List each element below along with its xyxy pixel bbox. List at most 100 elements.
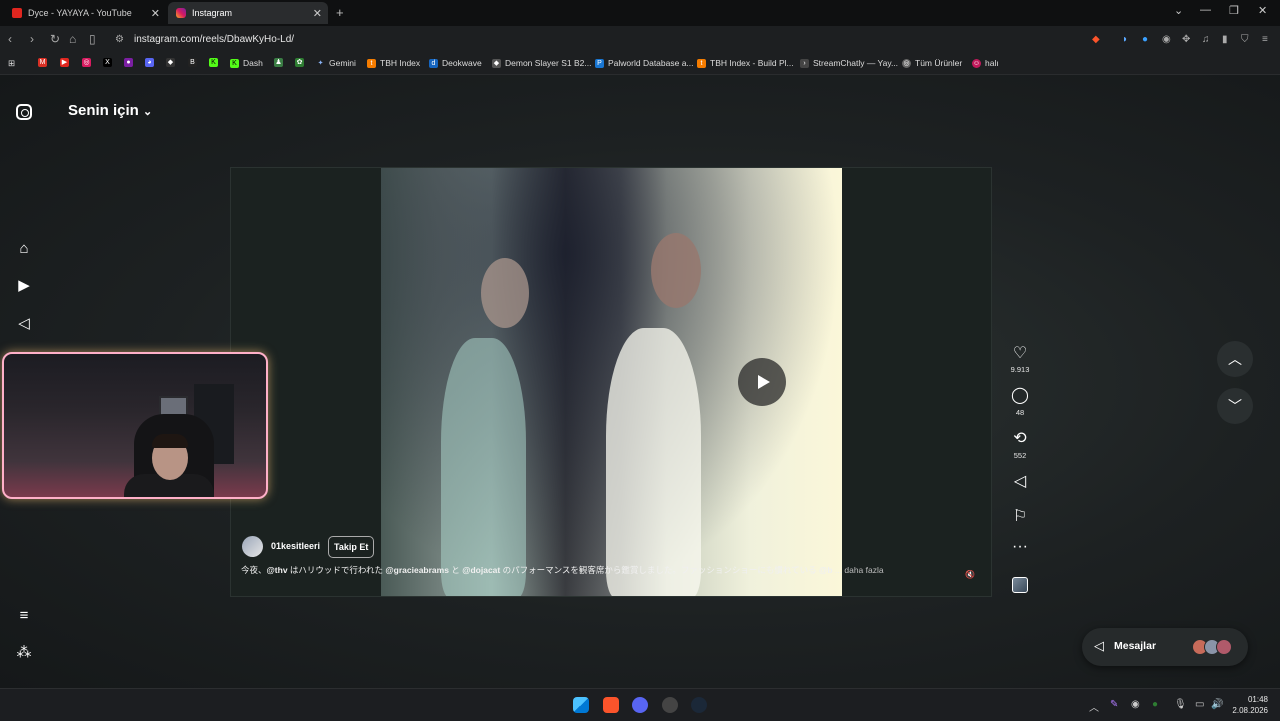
bookmark-icon[interactable]: ▯ [89,32,96,46]
steam-icon[interactable] [691,697,707,713]
clock[interactable]: 01:48 2.08.2026 [1232,694,1268,716]
close-tab-icon[interactable]: ✕ [151,7,160,20]
mention-link[interactable]: @gracieabrams [385,565,449,575]
video-person [606,328,701,596]
direct-send-icon[interactable]: ◁ [15,315,33,333]
mention-link[interactable]: @b [819,565,832,575]
home-icon[interactable]: ⌂ [15,240,33,258]
mention-link[interactable]: @dojacat [462,565,500,575]
bookmark-icon[interactable]: ♟ [274,58,287,67]
also-from-meta-icon[interactable]: ⁂ [15,644,33,662]
sidebar-icon[interactable]: ▮ [1222,34,1228,45]
extension-icon[interactable]: ● [1142,34,1148,45]
discord-bookmark-icon[interactable]: ◕ [145,58,158,67]
follow-button[interactable]: Takip Et [328,536,375,558]
minimize-button[interactable]: — [1200,4,1211,16]
more-link[interactable]: daha fazla [844,565,883,575]
messages-button[interactable]: ◁ Mesajlar [1082,628,1248,666]
close-window-button[interactable]: ✕ [1258,4,1267,17]
comment-icon[interactable]: ◯ [1010,385,1030,405]
reels-icon[interactable]: ▶ [15,277,33,295]
instagram-logo-icon[interactable] [16,104,32,120]
tray-app-icon[interactable]: ● [1152,699,1158,710]
save-bookmark-icon[interactable]: ⚐ [1010,506,1030,526]
discord-icon[interactable] [632,697,648,713]
clock-date: 2.08.2026 [1232,706,1268,715]
new-tab-button[interactable]: + [336,5,344,20]
bookmark-icon[interactable]: ● [124,58,137,67]
tab-instagram[interactable]: Instagram ✕ [168,2,328,24]
bookmark-gemini[interactable]: ✦ Gemini [316,58,356,68]
feed-selector[interactable]: Senin için ⌄ [68,102,152,119]
bookmark-tbh-build[interactable]: t TBH Index - Build Pl... [697,58,794,68]
more-options-icon[interactable]: ··· [1010,538,1030,556]
mute-icon[interactable]: 🔇 [965,570,975,579]
start-icon[interactable] [573,697,589,713]
bookmark-palworld[interactable]: P Palworld Database a... [595,58,694,68]
reel-player[interactable]: 01kesitleeri Takip Et 今夜、@thv はハリウッドで行われ… [230,167,992,597]
tray-overflow-icon[interactable]: ︿ [1089,699,1099,714]
tray-app-icon[interactable]: ✎ [1110,699,1118,710]
bookmark-tum-urunler[interactable]: ◎ Tüm Ürünler [902,58,962,68]
music-icon[interactable]: ♫ [1202,34,1210,45]
youtube-bookmark-icon[interactable]: ▶ [60,58,73,67]
steam-tray-icon[interactable]: ◉ [1131,699,1140,710]
vpn-icon[interactable]: ⛉ [1241,34,1249,45]
previous-reel-button[interactable]: ︿ [1217,341,1253,377]
browser-tab-bar: Dyce - YAYAYA - YouTube ✕ Instagram ✕ + … [0,0,1280,26]
more-menu-icon[interactable]: ≡ [15,607,33,625]
kick-icon[interactable]: K [209,58,222,67]
bookmark-deokwave[interactable]: d Deokwave [429,58,482,68]
reload-icon[interactable]: ↻ [50,32,60,46]
bookmark-streamchatly[interactable]: › StreamChatly — Yay... [800,58,898,68]
next-reel-button[interactable]: ﹀ [1217,388,1253,424]
address-bar-row: ‹ › ↻ ⌂ ▯ ⚙ instagram.com/reels/DbawKyHo… [0,26,1280,54]
webcam-overlay [2,352,268,499]
audio-thumbnail[interactable] [1012,577,1028,593]
maximize-button[interactable]: ❐ [1229,4,1239,17]
play-button[interactable] [738,358,786,406]
tab-youtube[interactable]: Dyce - YAYAYA - YouTube ✕ [4,2,166,24]
x-icon[interactable]: X [103,58,116,67]
reel-username[interactable]: 01kesitleeri [271,541,320,551]
extensions-puzzle-icon[interactable]: ✥ [1182,34,1190,45]
repost-icon[interactable]: ⟲ [1010,428,1030,448]
brave-icon[interactable] [603,697,619,713]
volume-icon[interactable]: 🔊 [1211,699,1223,710]
bookmark-demon-slayer[interactable]: ◆ Demon Slayer S1 B2... [492,58,591,68]
messages-label: Mesajlar [1114,640,1157,652]
bookmark-icon[interactable]: ✿ [295,58,308,67]
repost-count: 552 [1013,451,1027,460]
clock-time: 01:48 [1247,695,1268,704]
reel-video[interactable] [381,168,842,596]
home-icon[interactable]: ⌂ [69,32,76,46]
avatar[interactable] [242,536,263,557]
like-icon[interactable]: ♡ [1010,343,1030,363]
back-icon[interactable]: ‹ [8,32,12,46]
site-info-icon[interactable]: ⚙ [115,34,124,45]
bookmark-hali[interactable]: ☺ halı [972,58,999,68]
direct-send-icon: ◁ [1094,638,1104,653]
brave-shield-icon[interactable]: ◆ [1092,34,1100,45]
close-tab-icon[interactable]: ✕ [313,7,322,20]
bookmark-b-icon[interactable]: B [188,58,201,67]
mention-link[interactable]: @thv [267,565,288,575]
share-icon[interactable]: ◁ [1010,471,1030,491]
extension-icon[interactable]: ◉ [1162,34,1171,45]
bookmark-icon[interactable]: ◆ [166,58,179,67]
feed-title: Senin için [68,102,139,119]
apps-grid-icon[interactable]: ⊞ [8,58,15,69]
url-field[interactable]: instagram.com/reels/DbawKyHo-Ld/ [134,34,294,45]
tab-title: Instagram [192,8,233,18]
bookmark-dash[interactable]: K Dash [230,58,263,68]
menu-icon[interactable]: ≡ [1262,34,1268,45]
microphone-icon[interactable]: 🎙 [1174,699,1187,710]
tab-search-icon[interactable]: ⌄ [1174,4,1183,17]
instagram-bookmark-icon[interactable]: ◎ [82,58,95,67]
forward-icon[interactable]: › [30,32,34,46]
extension-icon[interactable]: ◗ [1122,34,1128,45]
app-icon[interactable] [662,697,678,713]
network-icon[interactable]: ▭ [1195,699,1204,710]
gmail-icon[interactable]: M [38,58,51,67]
bookmark-tbh-index[interactable]: t TBH Index [367,58,420,68]
